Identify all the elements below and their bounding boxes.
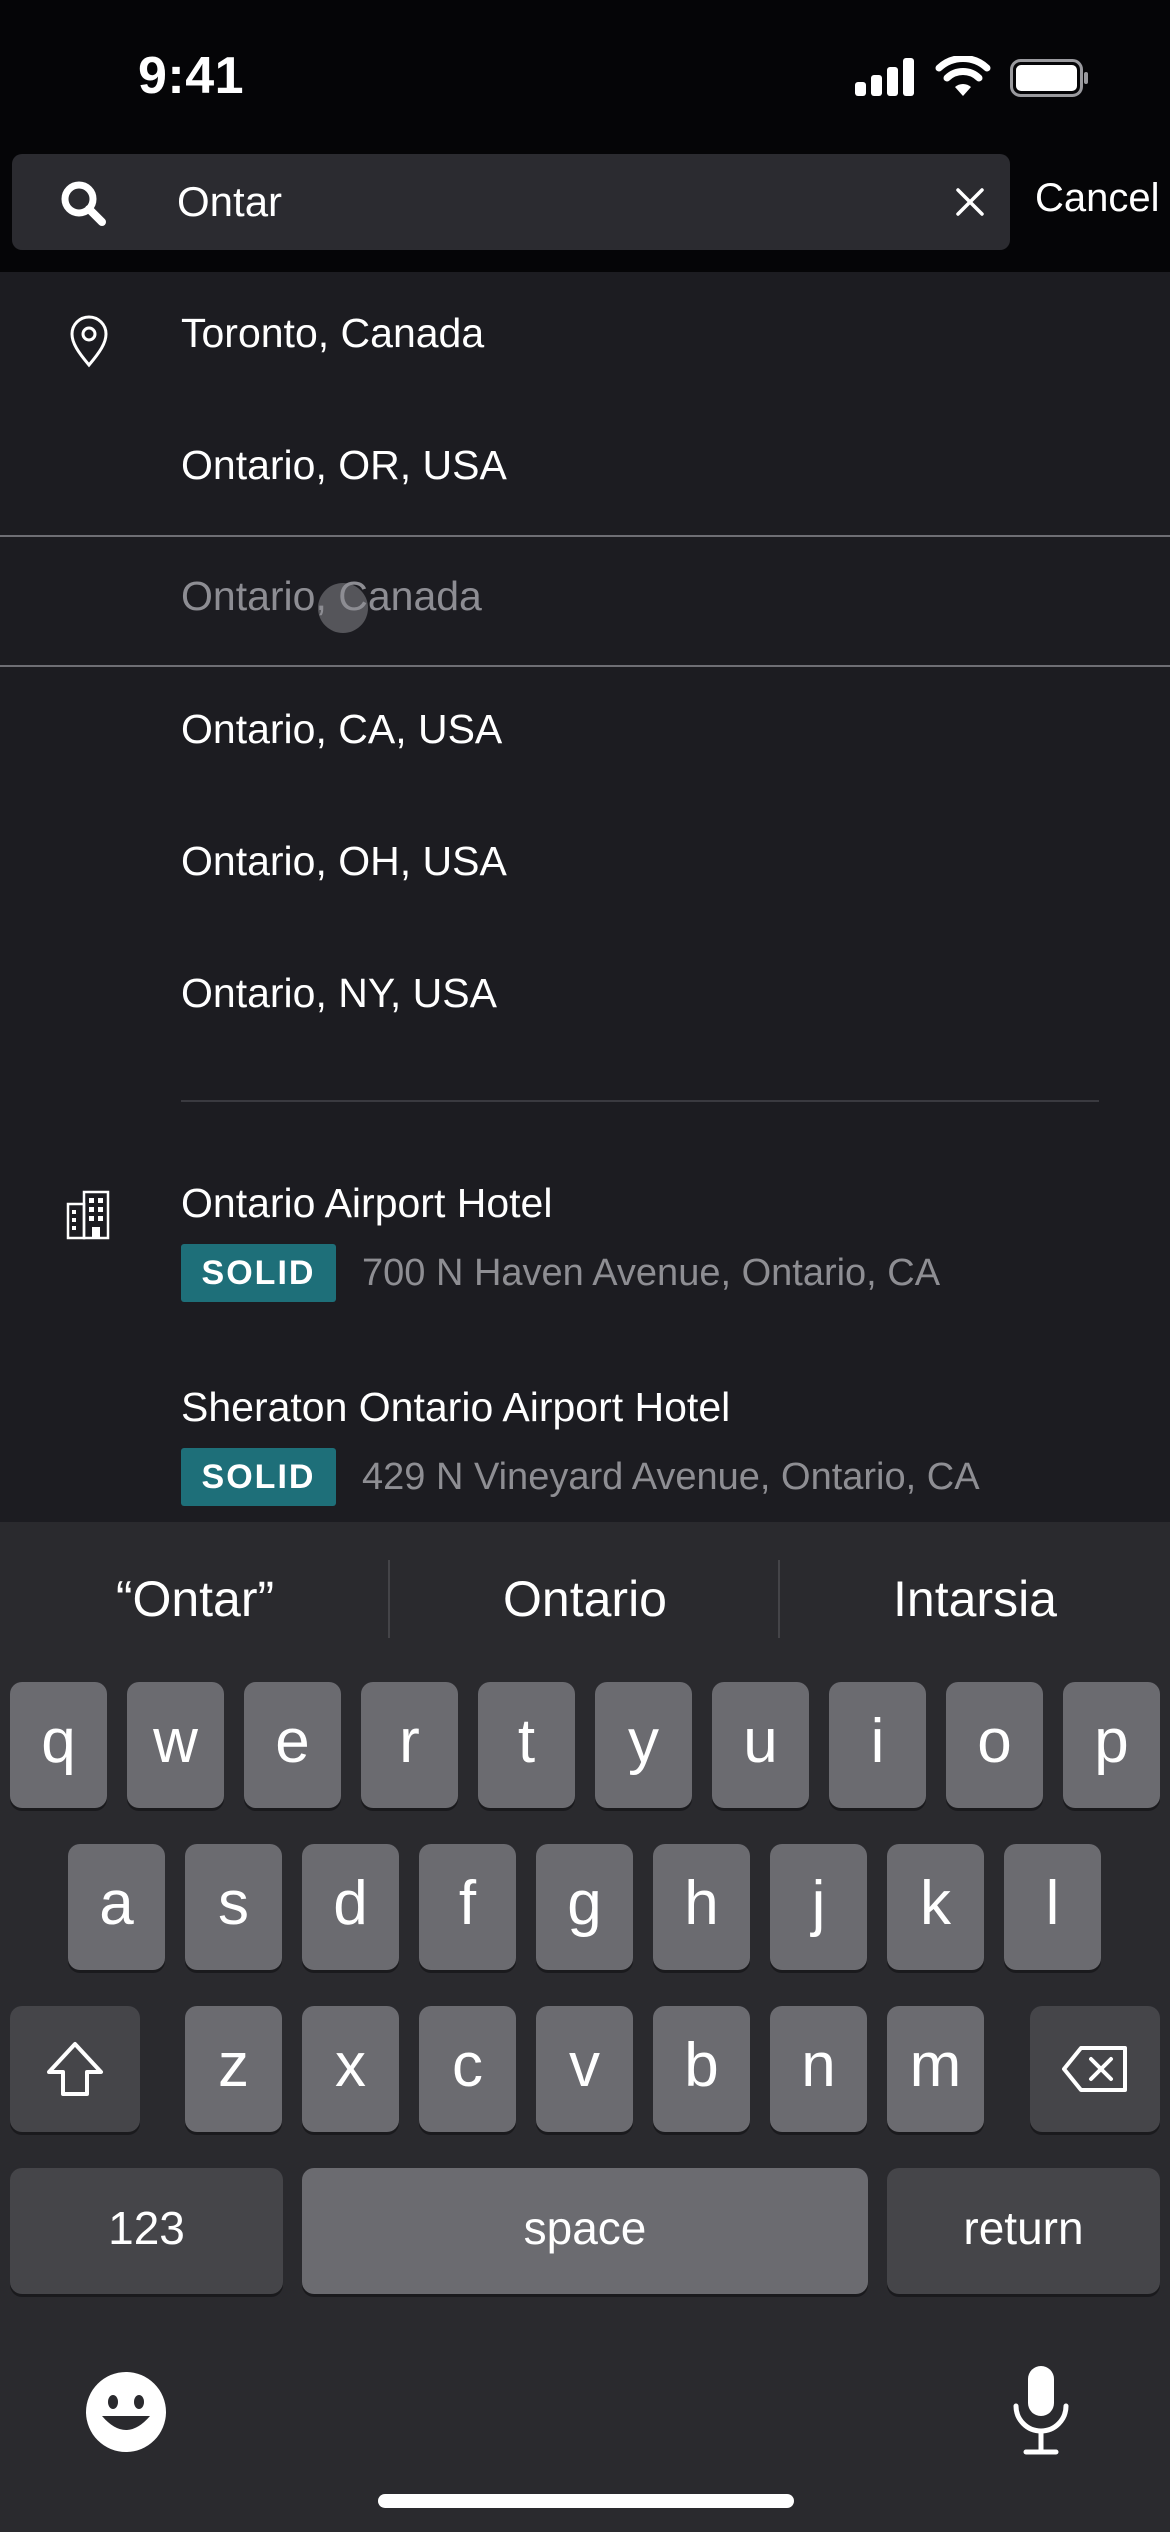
solid-badge: SOLID	[181, 1448, 336, 1506]
key-j[interactable]: j	[770, 1844, 867, 1970]
suggestion-divider	[388, 1560, 390, 1638]
key-s[interactable]: s	[185, 1844, 282, 1970]
suggestion-item[interactable]: Ontario	[395, 1570, 775, 1628]
suggestion-item[interactable]: “Ontar”	[5, 1570, 385, 1628]
backspace-icon	[1062, 2046, 1127, 2092]
hotel-address: 700 N Haven Avenue, Ontario, CA	[362, 1252, 941, 1294]
cancel-button[interactable]: Cancel	[1035, 176, 1160, 221]
predictive-text-bar: “Ontar” Ontario Intarsia	[0, 1522, 1170, 1682]
search-results: Toronto, Canada Ontario, OR, USA Ontario…	[0, 272, 1170, 1522]
space-key[interactable]: space	[302, 2168, 868, 2294]
location-pin-icon	[70, 315, 108, 368]
key-d[interactable]: d	[302, 1844, 399, 1970]
result-label: Ontario, OR, USA	[181, 442, 507, 488]
result-label: Ontario, Canada	[181, 573, 482, 619]
result-item[interactable]: Toronto, Canada	[0, 272, 1170, 404]
result-item-pressed[interactable]: Ontario, Canada	[0, 535, 1170, 667]
key-l[interactable]: l	[1004, 1844, 1101, 1970]
numbers-key[interactable]: 123	[10, 2168, 283, 2294]
result-label: Ontario, CA, USA	[181, 706, 503, 752]
hotel-name: Ontario Airport Hotel	[181, 1180, 553, 1226]
emoji-icon[interactable]	[84, 2370, 168, 2454]
key-p[interactable]: p	[1063, 1682, 1160, 1808]
clear-icon[interactable]	[952, 184, 988, 220]
key-b[interactable]: b	[653, 2006, 750, 2132]
key-e[interactable]: e	[244, 1682, 341, 1808]
suggestion-divider	[778, 1560, 780, 1638]
key-h[interactable]: h	[653, 1844, 750, 1970]
return-key[interactable]: return	[887, 2168, 1160, 2294]
shift-key[interactable]	[10, 2006, 140, 2132]
key-g[interactable]: g	[536, 1844, 633, 1970]
cellular-signal-icon	[855, 58, 915, 96]
key-f[interactable]: f	[419, 1844, 516, 1970]
key-i[interactable]: i	[829, 1682, 926, 1808]
result-item[interactable]: Ontario, NY, USA	[0, 932, 1170, 1064]
key-t[interactable]: t	[478, 1682, 575, 1808]
search-icon	[61, 181, 106, 226]
key-m[interactable]: m	[887, 2006, 984, 2132]
key-q[interactable]: q	[10, 1682, 107, 1808]
suggestion-item[interactable]: Intarsia	[785, 1570, 1165, 1628]
key-z[interactable]: z	[185, 2006, 282, 2132]
search-input[interactable]	[177, 154, 877, 250]
result-label: Ontario, NY, USA	[181, 970, 497, 1016]
hotel-result-item[interactable]: Ontario Airport Hotel SOLID 700 N Haven …	[0, 1148, 1170, 1302]
key-n[interactable]: n	[770, 2006, 867, 2132]
hotel-result-item[interactable]: Sheraton Ontario Airport Hotel SOLID 429…	[0, 1352, 1170, 1506]
status-bar: 9:41	[0, 0, 1170, 150]
key-r[interactable]: r	[361, 1682, 458, 1808]
key-y[interactable]: y	[595, 1682, 692, 1808]
key-x[interactable]: x	[302, 2006, 399, 2132]
hotel-name: Sheraton Ontario Airport Hotel	[181, 1384, 731, 1430]
search-box[interactable]	[12, 154, 1010, 250]
key-u[interactable]: u	[712, 1682, 809, 1808]
key-a[interactable]: a	[68, 1844, 165, 1970]
key-o[interactable]: o	[946, 1682, 1043, 1808]
delete-key[interactable]	[1030, 2006, 1160, 2132]
wifi-icon	[935, 56, 991, 96]
key-w[interactable]: w	[127, 1682, 224, 1808]
result-item[interactable]: Ontario, OH, USA	[0, 800, 1170, 932]
result-item[interactable]: Ontario, CA, USA	[0, 668, 1170, 800]
result-item[interactable]: Ontario, OR, USA	[0, 404, 1170, 536]
battery-icon	[1010, 59, 1088, 97]
key-v[interactable]: v	[536, 2006, 633, 2132]
result-label: Toronto, Canada	[181, 310, 485, 356]
keyboard: “Ontar” Ontario Intarsia q w e r t y u i…	[0, 1522, 1170, 2532]
result-label: Ontario, OH, USA	[181, 838, 507, 884]
hotel-address: 429 N Vineyard Avenue, Ontario, CA	[362, 1456, 980, 1498]
home-indicator	[378, 2494, 794, 2508]
status-time: 9:41	[138, 47, 245, 105]
solid-badge: SOLID	[181, 1244, 336, 1302]
microphone-icon[interactable]	[1010, 2362, 1072, 2458]
search-header: Cancel	[0, 150, 1170, 272]
key-k[interactable]: k	[887, 1844, 984, 1970]
hotel-building-icon	[66, 1190, 110, 1240]
section-divider	[181, 1100, 1099, 1102]
key-c[interactable]: c	[419, 2006, 516, 2132]
shift-icon	[47, 2042, 103, 2096]
